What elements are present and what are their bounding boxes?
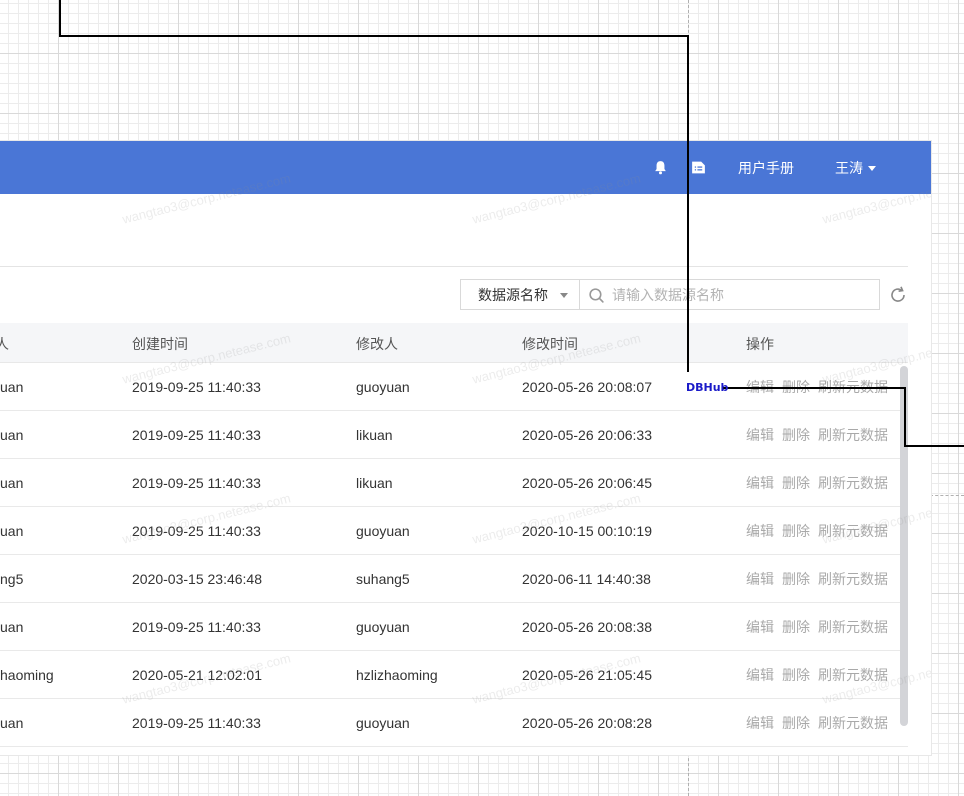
cell-creator: haoming: [0, 667, 54, 683]
edit-link[interactable]: 编辑: [746, 714, 774, 732]
cell-created-time: 2019-09-25 11:40:33: [132, 427, 261, 443]
refresh-icon[interactable]: [888, 285, 908, 305]
cell-modified-time: 2020-10-15 00:10:19: [522, 523, 652, 539]
chevron-down-icon[interactable]: [868, 166, 876, 171]
caret-down-icon: [560, 293, 568, 298]
col-modifier: 修改人: [356, 336, 398, 352]
cell-modified-time: 2020-05-26 21:05:45: [522, 667, 652, 683]
annotation-label: DBHub: [686, 381, 729, 394]
cell-created-time: 2020-05-21 12:02:01: [132, 667, 262, 683]
col-actions: 操作: [746, 336, 774, 352]
search-box: [580, 279, 880, 310]
table-header: 人 创建时间 修改人 修改时间 操作: [0, 323, 908, 363]
edit-link[interactable]: 编辑: [746, 618, 774, 636]
cell-modifier: guoyuan: [356, 619, 410, 635]
edit-link[interactable]: 编辑: [746, 474, 774, 492]
document-icon[interactable]: [690, 159, 707, 176]
table-row: uan 2019-09-25 11:40:33 likuan 2020-05-2…: [0, 411, 908, 459]
cell-modified-time: 2020-05-26 20:06:45: [522, 475, 652, 491]
edit-link[interactable]: 编辑: [746, 426, 774, 444]
refresh-metadata-link[interactable]: 刷新元数据: [818, 522, 888, 540]
cell-creator: uan: [0, 475, 24, 491]
cell-created-time: 2019-09-25 11:40:33: [132, 619, 261, 635]
delete-link[interactable]: 删除: [782, 570, 810, 588]
refresh-metadata-link[interactable]: 刷新元数据: [818, 666, 888, 684]
refresh-metadata-link[interactable]: 刷新元数据: [818, 474, 888, 492]
search-input[interactable]: [612, 284, 862, 306]
delete-link[interactable]: 删除: [782, 618, 810, 636]
table-row: haoming 2020-05-21 12:02:01 hzlizhaoming…: [0, 651, 908, 699]
user-menu[interactable]: 王涛: [835, 158, 863, 178]
cell-modifier: guoyuan: [356, 379, 410, 395]
refresh-metadata-link[interactable]: 刷新元数据: [818, 570, 888, 588]
edit-link[interactable]: 编辑: [746, 666, 774, 684]
cell-created-time: 2019-09-25 11:40:33: [132, 523, 261, 539]
cell-creator: uan: [0, 427, 24, 443]
refresh-metadata-link[interactable]: 刷新元数据: [818, 426, 888, 444]
col-created-time: 创建时间: [132, 336, 188, 352]
cell-created-time: 2020-03-15 23:46:48: [132, 571, 262, 587]
cell-created-time: 2019-09-25 11:40:33: [132, 475, 261, 491]
cell-creator: uan: [0, 619, 24, 635]
refresh-metadata-link[interactable]: 刷新元数据: [818, 618, 888, 636]
cell-modifier: likuan: [356, 475, 393, 491]
table-row: uan 2019-09-25 11:40:33 guoyuan 2020-10-…: [0, 507, 908, 555]
cell-modified-time: 2020-05-26 20:08:28: [522, 715, 652, 731]
user-manual-link[interactable]: 用户手册: [738, 158, 794, 178]
cell-modified-time: 2020-06-11 14:40:38: [522, 571, 651, 587]
cell-creator: ng5: [0, 571, 24, 587]
delete-link[interactable]: 删除: [782, 522, 810, 540]
delete-link[interactable]: 删除: [782, 666, 810, 684]
bell-icon[interactable]: [652, 159, 669, 176]
refresh-metadata-link[interactable]: 刷新元数据: [818, 378, 888, 396]
select-value: 数据源名称: [478, 287, 548, 303]
table-row: ng5 2020-03-15 23:46:48 suhang5 2020-06-…: [0, 555, 908, 603]
cell-modifier: guoyuan: [356, 523, 410, 539]
cell-creator: uan: [0, 523, 24, 539]
cell-modified-time: 2020-05-26 20:06:33: [522, 427, 652, 443]
cell-modified-time: 2020-05-26 20:08:07: [522, 379, 652, 395]
cell-modified-time: 2020-05-26 20:08:38: [522, 619, 652, 635]
table-row: uan 2019-09-25 11:40:33 likuan 2020-05-2…: [0, 459, 908, 507]
table-row: uan 2019-09-25 11:40:33 guoyuan 2020-05-…: [0, 699, 908, 747]
app-window: 用户手册 王涛 数据源名称 人 创建时间 修改人 修改时间 操作 uan 201…: [0, 141, 931, 755]
cell-modifier: suhang5: [356, 571, 410, 587]
table-row: uan 2019-09-25 11:40:33 guoyuan 2020-05-…: [0, 603, 908, 651]
col-modified-time: 修改时间: [522, 336, 578, 352]
cell-creator: uan: [0, 379, 24, 395]
edit-link[interactable]: 编辑: [746, 522, 774, 540]
search-field-select[interactable]: 数据源名称: [460, 279, 580, 310]
cell-creator: uan: [0, 715, 24, 731]
delete-link[interactable]: 删除: [782, 378, 810, 396]
cell-modifier: hzlizhaoming: [356, 667, 438, 683]
guide-dashed-horizontal: [930, 495, 964, 496]
delete-link[interactable]: 删除: [782, 714, 810, 732]
delete-link[interactable]: 删除: [782, 426, 810, 444]
cell-modifier: guoyuan: [356, 715, 410, 731]
cell-modifier: likuan: [356, 427, 393, 443]
content-divider: [0, 266, 908, 267]
delete-link[interactable]: 删除: [782, 474, 810, 492]
search-icon: [589, 288, 604, 303]
table-row: uan 2019-09-25 11:40:33 guoyuan 2020-05-…: [0, 363, 908, 411]
top-nav-bar: 用户手册 王涛: [0, 141, 931, 194]
cell-created-time: 2019-09-25 11:40:33: [132, 715, 261, 731]
vertical-scrollbar[interactable]: [900, 366, 908, 726]
col-creator: 人: [0, 336, 9, 352]
cell-created-time: 2019-09-25 11:40:33: [132, 379, 261, 395]
edit-link[interactable]: 编辑: [746, 570, 774, 588]
refresh-metadata-link[interactable]: 刷新元数据: [818, 714, 888, 732]
edit-link[interactable]: 编辑: [746, 378, 774, 396]
